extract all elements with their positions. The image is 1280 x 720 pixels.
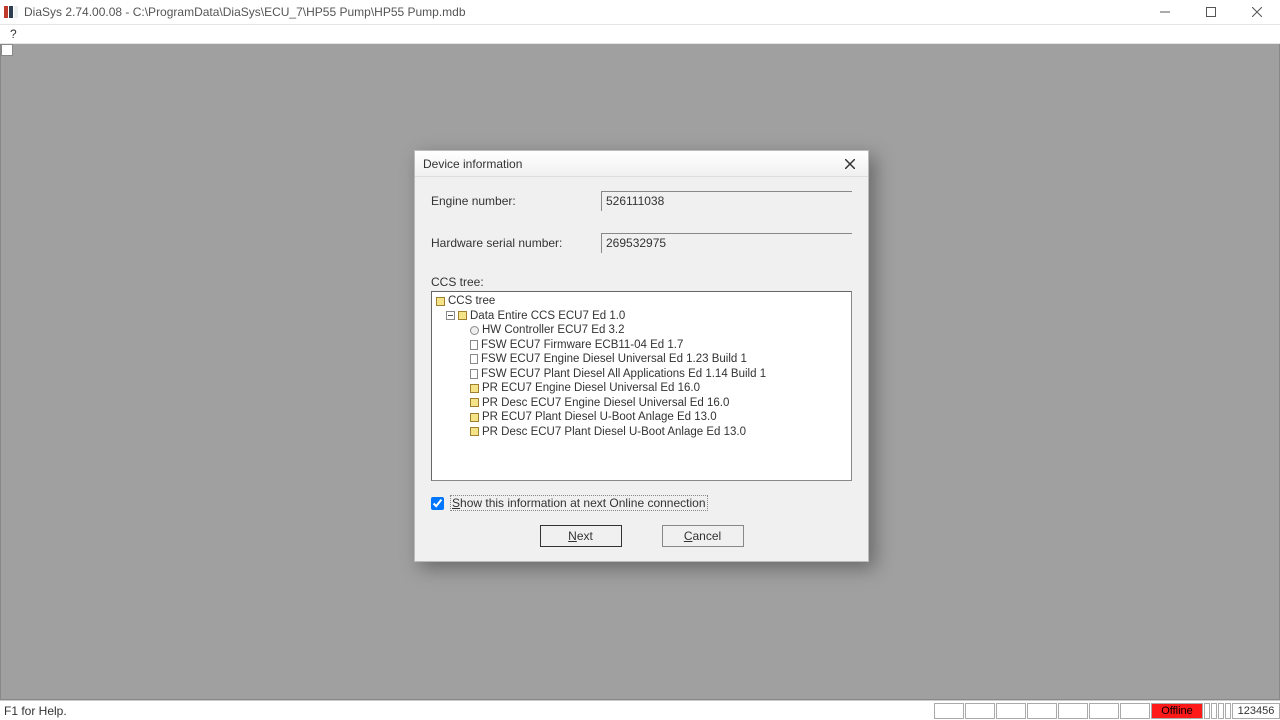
- tree-leaf[interactable]: PR ECU7 Plant Diesel U-Boot Anlage Ed 13…: [436, 410, 847, 425]
- tree-node-label: Data Entire CCS ECU7 Ed 1.0: [470, 309, 625, 324]
- close-button[interactable]: [1234, 0, 1280, 24]
- folder-icon: [470, 398, 479, 407]
- status-cell: [1120, 703, 1150, 719]
- mdi-workspace: Device information Engine number: 526111…: [0, 44, 1280, 700]
- status-cell: [996, 703, 1026, 719]
- tree-root[interactable]: CCS tree: [436, 294, 847, 309]
- status-help-text: F1 for Help.: [0, 704, 933, 718]
- tree-node-label: FSW ECU7 Plant Diesel All Applications E…: [481, 367, 766, 382]
- device-information-dialog: Device information Engine number: 526111…: [414, 150, 869, 562]
- file-icon: [470, 354, 478, 364]
- ccs-tree[interactable]: CCS tree Data Entire CCS ECU7 Ed 1.0 HW …: [431, 291, 852, 481]
- tree-node-label: PR Desc ECU7 Engine Diesel Universal Ed …: [482, 396, 729, 411]
- status-cell: [1058, 703, 1088, 719]
- title-bar: DiaSys 2.74.00.08 - C:\ProgramData\DiaSy…: [0, 0, 1280, 24]
- window-title: DiaSys 2.74.00.08 - C:\ProgramData\DiaSy…: [24, 5, 466, 19]
- tree-leaf[interactable]: FSW ECU7 Firmware ECB11-04 Ed 1.7: [436, 338, 847, 353]
- hardware-serial-label: Hardware serial number:: [431, 236, 601, 250]
- tree-node-label: PR ECU7 Plant Diesel U-Boot Anlage Ed 13…: [482, 410, 717, 425]
- tree-node-label: HW Controller ECU7 Ed 3.2: [482, 323, 625, 338]
- tree-node-label: CCS tree: [448, 294, 495, 309]
- tree-leaf[interactable]: PR Desc ECU7 Engine Diesel Universal Ed …: [436, 396, 847, 411]
- folder-icon: [458, 311, 467, 320]
- dialog-title: Device information: [423, 157, 840, 171]
- folder-icon: [470, 413, 479, 422]
- engine-number-value: 526111038: [601, 191, 852, 211]
- menu-help[interactable]: ?: [4, 27, 23, 41]
- tree-leaf[interactable]: PR ECU7 Engine Diesel Universal Ed 16.0: [436, 381, 847, 396]
- tree-node[interactable]: Data Entire CCS ECU7 Ed 1.0: [436, 309, 847, 324]
- file-icon: [470, 369, 478, 379]
- dialog-close-button[interactable]: [840, 154, 860, 174]
- maximize-button[interactable]: [1188, 0, 1234, 24]
- document-icon[interactable]: [1, 44, 13, 56]
- status-cell: [1027, 703, 1057, 719]
- collapse-icon[interactable]: [446, 311, 455, 320]
- status-cell: [1204, 703, 1210, 719]
- connection-status: Offline: [1151, 703, 1203, 719]
- tree-node-label: PR ECU7 Engine Diesel Universal Ed 16.0: [482, 381, 700, 396]
- tree-node-label: FSW ECU7 Engine Diesel Universal Ed 1.23…: [481, 352, 747, 367]
- status-bar: F1 for Help. Offline 123456: [0, 700, 1280, 720]
- tree-leaf[interactable]: FSW ECU7 Plant Diesel All Applications E…: [436, 367, 847, 382]
- status-cell: [1211, 703, 1217, 719]
- status-cell: [1089, 703, 1119, 719]
- tree-leaf[interactable]: PR Desc ECU7 Plant Diesel U-Boot Anlage …: [436, 425, 847, 440]
- show-at-next-connection-label[interactable]: Show this information at next Online con…: [450, 495, 708, 511]
- engine-number-label: Engine number:: [431, 194, 601, 208]
- folder-icon: [470, 427, 479, 436]
- folder-icon: [436, 297, 445, 306]
- tree-leaf[interactable]: HW Controller ECU7 Ed 3.2: [436, 323, 847, 338]
- file-icon: [470, 340, 478, 350]
- status-cell: [934, 703, 964, 719]
- hardware-icon: [470, 326, 479, 335]
- show-at-next-connection-checkbox[interactable]: [431, 497, 444, 510]
- tree-node-label: FSW ECU7 Firmware ECB11-04 Ed 1.7: [481, 338, 683, 353]
- cancel-button[interactable]: Cancel: [662, 525, 744, 547]
- ccs-tree-label: CCS tree:: [431, 275, 852, 289]
- hardware-serial-value: 269532975: [601, 233, 852, 253]
- minimize-button[interactable]: [1142, 0, 1188, 24]
- next-button[interactable]: Next: [540, 525, 622, 547]
- status-cell: [1225, 703, 1231, 719]
- status-cell: [1218, 703, 1224, 719]
- status-cell: [965, 703, 995, 719]
- menu-bar: ?: [0, 24, 1280, 44]
- tree-leaf[interactable]: FSW ECU7 Engine Diesel Universal Ed 1.23…: [436, 352, 847, 367]
- folder-icon: [470, 384, 479, 393]
- app-icon: [4, 6, 18, 18]
- dialog-titlebar: Device information: [415, 151, 868, 177]
- status-counter: 123456: [1232, 703, 1280, 719]
- tree-node-label: PR Desc ECU7 Plant Diesel U-Boot Anlage …: [482, 425, 746, 440]
